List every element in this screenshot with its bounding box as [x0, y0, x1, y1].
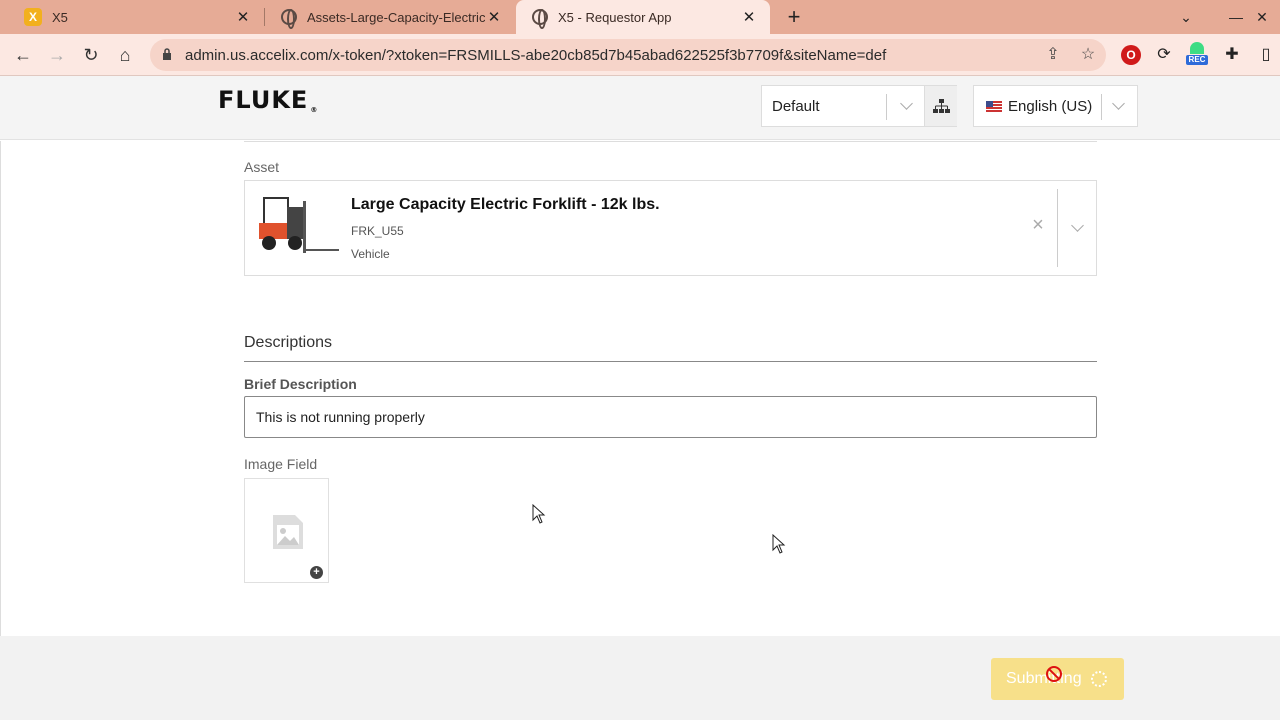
loading-spinner-icon [1091, 671, 1107, 687]
clear-icon[interactable]: × [1028, 215, 1048, 235]
not-allowed-cursor-icon [1046, 666, 1062, 682]
back-arrow-icon[interactable]: ← [10, 42, 36, 68]
new-tab-button[interactable]: + [782, 4, 806, 30]
language-select-value: English (US) [1008, 98, 1093, 115]
section-divider [244, 361, 1097, 362]
image-upload-field[interactable]: + [244, 478, 329, 583]
asset-select[interactable]: Large Capacity Electric Forklift - 12k l… [244, 180, 1097, 276]
url-text: admin.us.accelix.com/x-token/?xtoken=FRS… [185, 47, 887, 64]
close-icon[interactable]: ✕ [234, 8, 252, 26]
image-field-label: Image Field [244, 456, 318, 472]
chevron-down-icon[interactable] [1071, 219, 1084, 232]
app-header: FLUKE ® Default English (US) [0, 76, 1280, 140]
browser-tab-x5[interactable]: X X5 ✕ [8, 0, 264, 34]
us-flag-icon [986, 101, 1002, 112]
descriptions-section-title: Descriptions [244, 334, 333, 351]
chevron-down-icon[interactable] [900, 97, 913, 110]
android-extension-icon[interactable] [1190, 42, 1204, 54]
tab-title: X5 - Requestor App [558, 9, 672, 25]
asset-label: Asset [244, 159, 280, 175]
tab-title: Assets-Large-Capacity-Electric-Fo [307, 9, 485, 25]
tab-title: X5 [52, 9, 68, 25]
tab-search-chevron-icon[interactable]: ⌄ [1164, 0, 1208, 34]
asset-code: FRK_U55 [351, 224, 404, 238]
browser-tab-requestor-app[interactable]: X5 - Requestor App ✕ [516, 0, 770, 34]
select-divider [886, 94, 887, 120]
asset-name: Large Capacity Electric Forklift - 12k l… [351, 196, 660, 213]
site-select-value: Default [772, 98, 820, 115]
mouse-cursor-icon [772, 534, 786, 554]
star-icon[interactable]: ☆ [1078, 45, 1098, 65]
select-divider [1101, 94, 1102, 120]
close-icon[interactable]: ✕ [740, 8, 758, 26]
fluke-logo: FLUKE ® [218, 86, 318, 114]
side-panel-icon[interactable]: ▯ [1256, 45, 1276, 65]
rec-badge: REC [1186, 55, 1208, 65]
mouse-cursor-icon [532, 504, 546, 524]
select-divider [1057, 189, 1058, 267]
chevron-down-icon[interactable] [1112, 97, 1125, 110]
browser-toolbar: ← → ↻ ⌂ admin.us.accelix.com/x-token/?xt… [0, 34, 1280, 76]
asset-type: Vehicle [351, 247, 390, 261]
hierarchy-button[interactable] [924, 86, 957, 126]
globe-icon [532, 9, 548, 29]
puzzle-extensions-icon[interactable]: ✚ [1222, 45, 1242, 65]
share-icon[interactable]: ⇪ [1043, 45, 1063, 65]
submit-label: Submitting [1006, 670, 1082, 687]
sync-extension-icon[interactable]: ⟳ [1154, 45, 1174, 65]
add-image-icon[interactable]: + [310, 566, 323, 579]
close-icon[interactable]: ✕ [485, 8, 503, 26]
forward-arrow-icon[interactable]: → [44, 42, 70, 68]
hierarchy-icon [933, 99, 950, 113]
globe-icon [281, 9, 297, 29]
forklift-image [259, 197, 339, 253]
close-window-icon[interactable]: ✕ [1244, 0, 1280, 34]
language-select[interactable]: English (US) [973, 85, 1138, 127]
x5-logo-icon: X [24, 8, 42, 26]
opera-extension-icon[interactable]: O [1121, 45, 1141, 65]
request-form: Asset Large Capacity Electric Forklift -… [0, 141, 1280, 636]
browser-tab-strip: X X5 ✕ Assets-Large-Capacity-Electric-Fo… [0, 0, 1280, 34]
brief-description-label: Brief Description [244, 376, 357, 392]
image-placeholder-icon [273, 515, 303, 549]
reload-icon[interactable]: ↻ [78, 42, 104, 68]
address-bar[interactable]: admin.us.accelix.com/x-token/?xtoken=FRS… [150, 39, 1106, 71]
home-icon[interactable]: ⌂ [112, 42, 138, 68]
lock-icon [163, 48, 171, 60]
site-select[interactable]: Default [761, 85, 957, 127]
browser-tab-assets[interactable]: Assets-Large-Capacity-Electric-Fo ✕ [265, 0, 515, 34]
divider [244, 141, 1097, 142]
logo-text: FLUKE [218, 86, 309, 114]
form-footer: Submitting [0, 636, 1280, 720]
brief-description-input[interactable]: This is not running properly [244, 396, 1097, 438]
registered-mark: ® [310, 106, 319, 114]
